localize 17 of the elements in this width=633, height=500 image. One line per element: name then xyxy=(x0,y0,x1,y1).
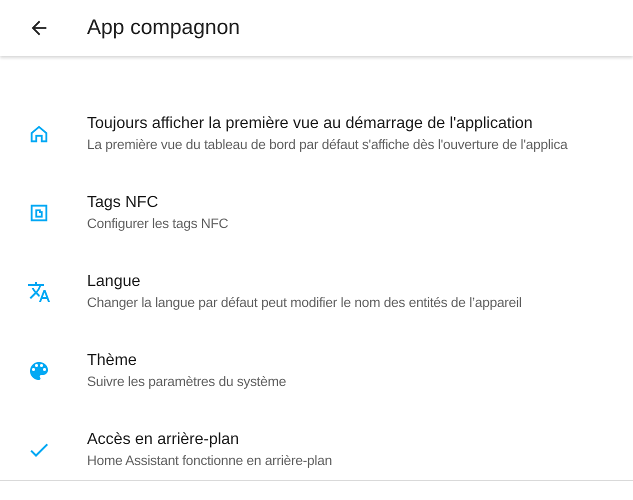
settings-item[interactable]: Accès en arrière-plan Home Assistant fonctionne en arrière-plan xyxy=(0,410,633,489)
settings-item[interactable]: Toujours afficher la première vue au démarrage de l'application La première vue du tableau de bord par défaut s'affiche dès l'ouverture de l'applica xyxy=(0,94,633,173)
setting-summary: La première vue du tableau de bord par défaut s'affiche dès l'ouverture de l'applica xyxy=(87,137,568,152)
setting-summary: Home Assistant fonctionne en arrière-plan xyxy=(87,453,332,468)
settings-item[interactable]: Tags NFC Configurer les tags NFC xyxy=(0,173,633,252)
setting-summary: Configurer les tags NFC xyxy=(87,216,228,231)
settings-item[interactable]: Langue Changer la langue par défaut peut modifier le nom des entités de l’appareil xyxy=(0,252,633,331)
settings-item[interactable]: Thème Suivre les paramètres du système xyxy=(0,331,633,410)
translate-icon xyxy=(26,280,50,304)
setting-title: Langue xyxy=(87,273,142,291)
setting-title: Thème xyxy=(87,352,138,370)
setting-title: Accès en arrière-plan xyxy=(87,431,240,449)
screen-title: App compagnon xyxy=(87,16,240,40)
setting-summary: Changer la langue par défaut peut modifier le nom des entités de l’appareil xyxy=(87,295,522,310)
setting-title: Toujours afficher la première vue au démarrage de l'application xyxy=(87,115,534,133)
setting-title: Tags NFC xyxy=(87,194,160,212)
setting-summary: Suivre les paramètres du système xyxy=(87,374,286,389)
